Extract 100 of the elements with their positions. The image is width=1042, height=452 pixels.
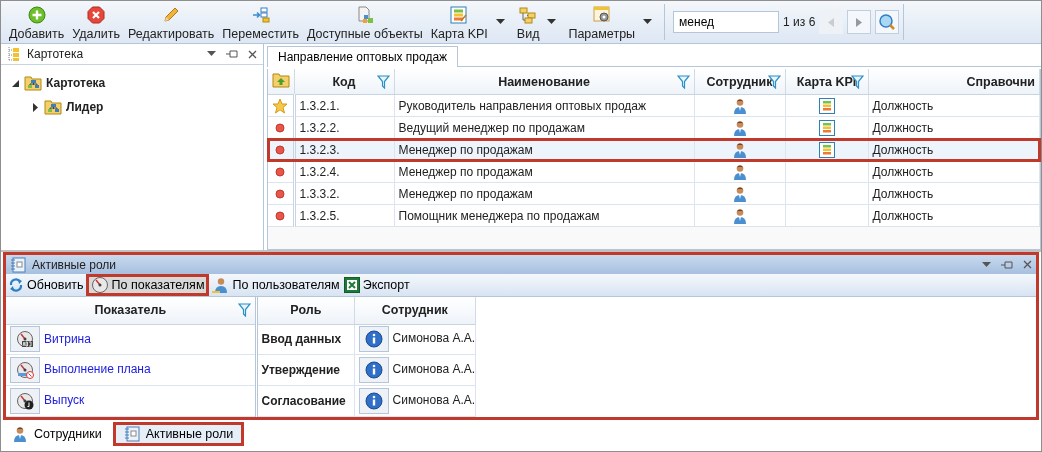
dropdown-icon[interactable] <box>495 19 505 25</box>
folder-icon <box>44 99 62 115</box>
expanded-icon[interactable] <box>11 78 20 88</box>
star-icon <box>272 97 289 114</box>
toolbar-button[interactable]: Добавить <box>5 3 69 41</box>
employee-name: Симонова А.А. <box>392 331 476 346</box>
toolbar-button[interactable]: Редактировать <box>124 3 219 41</box>
table-cell: Утверждение <box>257 354 355 386</box>
toolbar-button[interactable]: Удалить <box>68 3 124 41</box>
status-dot-icon <box>275 189 286 200</box>
table-cell: 1.3.2.5. <box>294 204 394 227</box>
toolbar-button[interactable]: Обновить <box>6 274 86 296</box>
folder-up-icon[interactable] <box>271 72 290 88</box>
gauge-icon <box>16 361 34 380</box>
toolbar-button[interactable]: По пользователям <box>209 274 342 296</box>
column-header[interactable]: Показатель <box>6 297 256 325</box>
table-cell: Менеджер по продажам <box>394 160 694 183</box>
gauge-icon <box>90 276 109 294</box>
right-arrow-icon <box>856 17 863 27</box>
info-icon <box>365 361 384 380</box>
info-button[interactable] <box>359 388 390 415</box>
employee-name: Симонова А.А. <box>392 393 476 408</box>
excel-icon <box>343 277 360 293</box>
column-header[interactable]: Код <box>294 69 394 95</box>
toolbar-button[interactable]: Доступные объекты <box>302 3 427 41</box>
table-cell: Должность <box>868 182 1040 205</box>
next-button[interactable] <box>847 10 872 34</box>
search-field[interactable]: менед <box>673 11 780 33</box>
notebook-icon <box>123 426 140 442</box>
column-header[interactable]: Сотрудник <box>694 69 785 95</box>
info-button[interactable] <box>359 357 390 384</box>
column-header[interactable]: Сотрудник <box>354 297 475 325</box>
employee-icon <box>731 163 748 180</box>
delete-icon <box>87 6 106 24</box>
toolbar-button[interactable]: Карта KPI <box>426 3 492 41</box>
column-header[interactable]: Карта KPI <box>785 69 868 95</box>
folder-icon <box>24 75 42 91</box>
column-header[interactable]: Справочни <box>868 69 1040 95</box>
info-icon <box>365 392 384 411</box>
toolbar-button[interactable]: Переместить <box>218 3 303 41</box>
table-cell: 1.3.2.3. <box>294 138 394 161</box>
kpi-card-icon[interactable] <box>818 97 835 114</box>
indicator-link[interactable]: Витрина <box>44 331 91 346</box>
match-count: 1 из 6 <box>783 15 816 29</box>
employee-icon <box>731 97 748 114</box>
left-arrow-icon <box>828 17 835 27</box>
gauge-icon <box>16 330 34 349</box>
toolbar-button[interactable]: Вид <box>512 3 544 41</box>
employee-icon <box>731 207 748 224</box>
close-icon[interactable] <box>1023 260 1032 269</box>
tree-item[interactable]: Лидер <box>66 100 104 114</box>
document-tab[interactable]: Направление оптовых продаж <box>267 46 459 67</box>
toolbar-button[interactable]: Экспорт <box>341 274 412 296</box>
table-cell: Должность <box>868 94 1040 117</box>
tree-icon <box>7 46 21 62</box>
folders-icon <box>519 6 538 24</box>
kpi-card-icon[interactable] <box>818 119 835 136</box>
documents-icon <box>355 6 374 24</box>
table-cell: 1.3.2.1. <box>294 94 394 117</box>
close-icon[interactable] <box>248 49 257 59</box>
settings-icon <box>592 6 611 24</box>
table-cell: Ведущий менеджер по продажам <box>394 116 694 139</box>
kpi-card-icon[interactable] <box>818 141 835 158</box>
search-icon <box>878 13 897 31</box>
dropdown-icon[interactable] <box>207 51 216 57</box>
status-dot-icon <box>275 211 286 222</box>
toolbar-button[interactable]: Параметры <box>564 3 640 41</box>
dropdown-icon[interactable] <box>982 261 991 268</box>
kpi-card-icon <box>450 6 469 24</box>
person-icon <box>12 426 28 442</box>
column-header[interactable]: Наименование <box>394 69 694 95</box>
table-cell: Согласование <box>257 385 355 417</box>
info-button[interactable] <box>359 326 390 353</box>
pin-icon[interactable] <box>226 49 238 59</box>
pencil-icon <box>162 6 181 24</box>
table-cell: Менеджер по продажам <box>394 138 694 161</box>
employee-icon <box>731 185 748 202</box>
indicator-link[interactable]: Выпуск <box>44 393 85 408</box>
table-cell: 1.3.2.4. <box>294 160 394 183</box>
table-cell: Должность <box>868 116 1040 139</box>
employee-name: Симонова А.А. <box>392 362 476 377</box>
bottom-tab[interactable]: Сотрудники <box>3 422 111 446</box>
column-header[interactable]: Роль <box>257 297 355 325</box>
refresh-icon <box>8 277 24 293</box>
table-cell: Менеджер по продажам <box>394 182 694 205</box>
indicator-link[interactable]: Выполнение плана <box>44 362 151 377</box>
tree-item[interactable]: Картотека <box>46 76 106 90</box>
pin-icon[interactable] <box>1001 259 1013 270</box>
collapsed-icon[interactable] <box>31 102 40 112</box>
table-cell: Помощник менеджера по продажам <box>394 204 694 227</box>
table-cell: 1.3.3.2. <box>294 182 394 205</box>
dropdown-icon[interactable] <box>643 19 653 25</box>
person-icon <box>211 277 230 293</box>
notebook-icon <box>10 256 26 273</box>
search-button[interactable] <box>875 10 900 34</box>
panel-title: Активные роли <box>32 257 117 272</box>
bottom-tab[interactable]: Активные роли <box>112 422 245 446</box>
dropdown-icon[interactable] <box>547 19 557 25</box>
add-icon <box>27 6 46 24</box>
toolbar-button[interactable]: По показателям <box>85 274 210 296</box>
